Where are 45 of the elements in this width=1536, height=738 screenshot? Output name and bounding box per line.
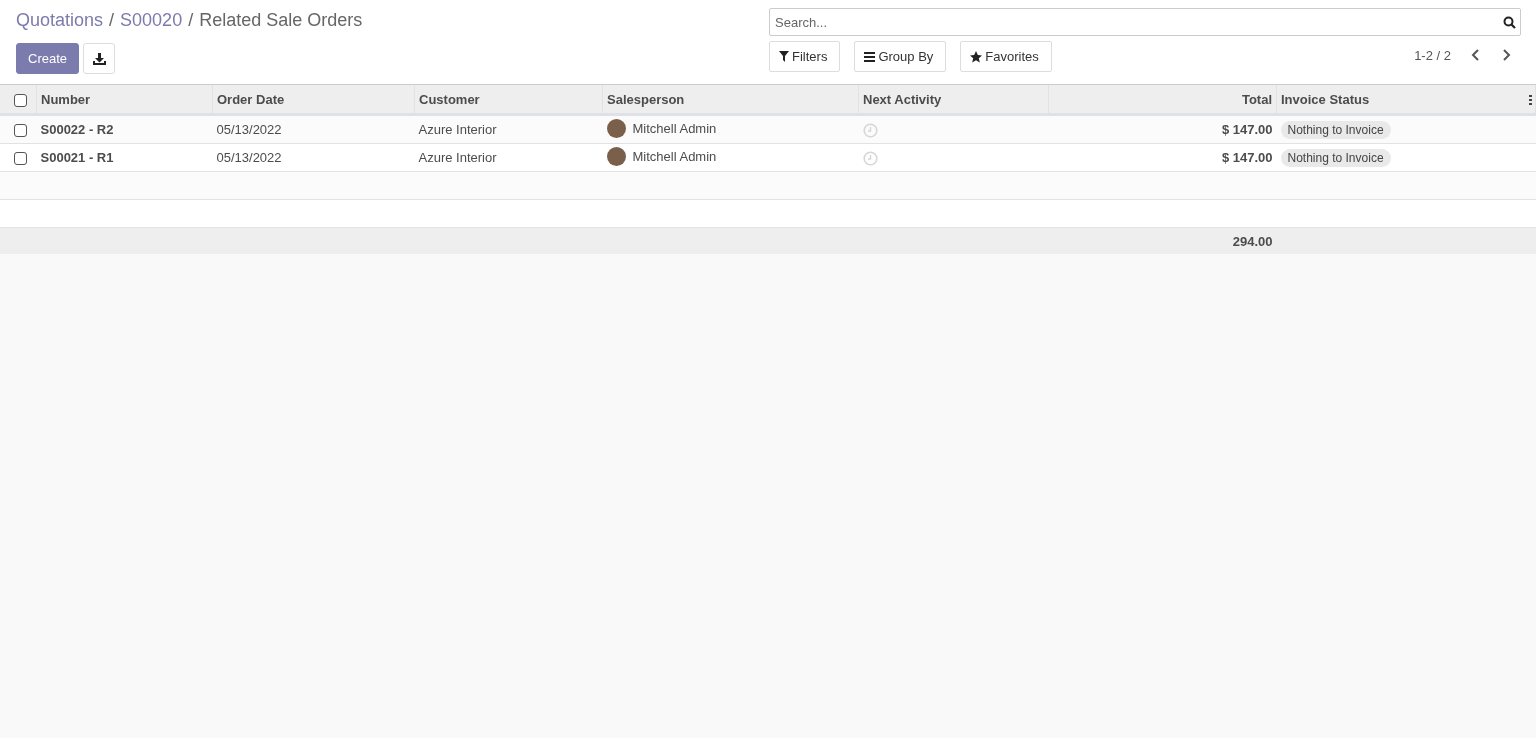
next-icon[interactable] bbox=[1501, 49, 1511, 61]
salesperson-name: Mitchell Admin bbox=[632, 120, 717, 136]
breadcrumb-separator: / bbox=[188, 10, 194, 32]
status-badge: Nothing to Invoice bbox=[1280, 121, 1391, 139]
select-all-checkbox[interactable] bbox=[13, 93, 27, 107]
column-header-label: Invoice Status bbox=[1281, 91, 1370, 107]
salesperson-name: Mitchell Admin bbox=[632, 148, 717, 164]
previous-icon[interactable] bbox=[1471, 49, 1481, 61]
footer-total: 294.00 bbox=[1048, 227, 1277, 254]
breadcrumb-separator: / bbox=[109, 10, 115, 32]
table-cell: 05/13/2022 bbox=[212, 143, 415, 172]
download-icon bbox=[92, 52, 106, 65]
column-header[interactable]: Salesperson bbox=[602, 85, 859, 115]
group-by-button[interactable]: Group By bbox=[854, 41, 947, 72]
breadcrumb-link[interactable]: Quotations bbox=[16, 10, 104, 36]
filter-icon bbox=[779, 51, 789, 62]
column-header[interactable]: Next Activity bbox=[858, 85, 1049, 115]
search-icon bbox=[1503, 16, 1516, 29]
avatar-placeholder bbox=[606, 146, 626, 166]
column-header[interactable]: Customer bbox=[414, 85, 603, 115]
search-field[interactable]: Search... bbox=[769, 8, 1521, 36]
table-cell: S00021 - R1 bbox=[36, 143, 213, 172]
more-options-icon[interactable] bbox=[1529, 94, 1532, 105]
star-icon bbox=[970, 50, 983, 63]
create-button[interactable]: Create bbox=[16, 43, 80, 74]
table-cell: Azure Interior bbox=[414, 114, 603, 144]
table-cell: S00022 - R2 bbox=[36, 114, 213, 144]
page-title: Related Sale Orders bbox=[199, 10, 363, 32]
table-cell: Azure Interior bbox=[414, 143, 603, 172]
row-checkbox[interactable] bbox=[13, 152, 27, 166]
menu-icon bbox=[864, 51, 876, 62]
row-checkbox[interactable] bbox=[13, 124, 27, 138]
filters-button[interactable]: Filters bbox=[769, 41, 841, 72]
avatar-placeholder bbox=[606, 118, 626, 138]
favorites-button[interactable]: Favorites bbox=[960, 41, 1052, 72]
table-cell: 05/13/2022 bbox=[212, 114, 415, 144]
table-cell: $ 147.00 bbox=[1048, 143, 1277, 172]
table-cell: $ 147.00 bbox=[1048, 114, 1277, 144]
column-header[interactable]: Total bbox=[1048, 85, 1277, 115]
status-badge: Nothing to Invoice bbox=[1280, 149, 1391, 167]
download-button[interactable] bbox=[83, 43, 116, 74]
pager-text: 1-2 / 2 bbox=[1414, 47, 1451, 63]
breadcrumb-link[interactable]: S00020 bbox=[120, 10, 183, 36]
column-header[interactable]: Number bbox=[36, 85, 213, 115]
column-header[interactable]: Order Date bbox=[212, 85, 415, 115]
